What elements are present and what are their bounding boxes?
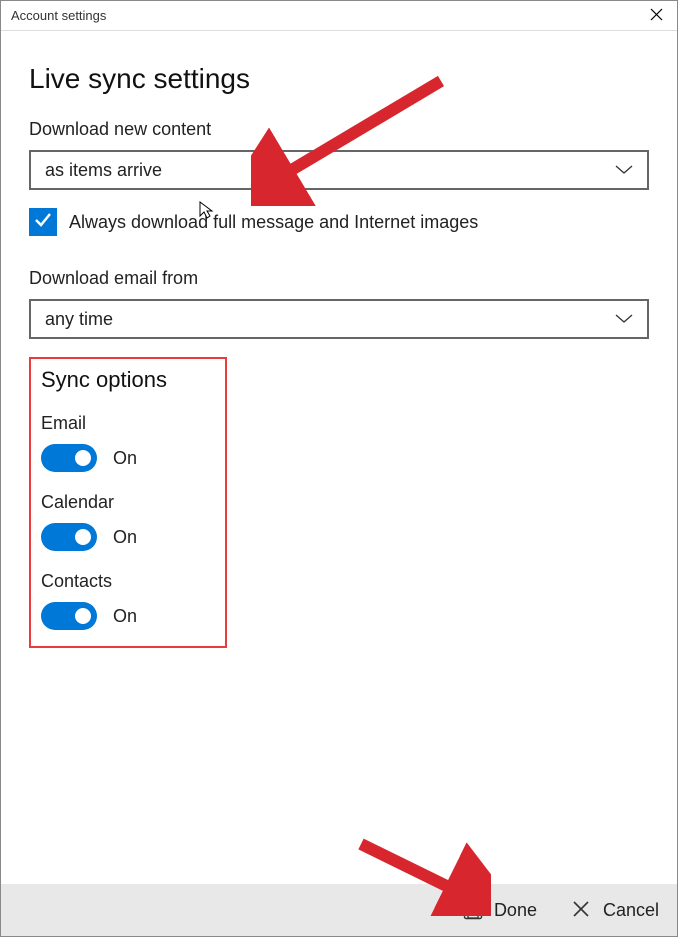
sync-label: Calendar — [41, 492, 215, 513]
chevron-down-icon — [615, 165, 633, 175]
page-heading: Live sync settings — [29, 63, 649, 95]
titlebar: Account settings — [1, 1, 677, 31]
close-button[interactable] — [635, 1, 677, 31]
sync-options-section: Sync options Email On Calendar On Contac… — [29, 357, 227, 648]
footer: Done Cancel — [1, 884, 677, 936]
download-email-value: any time — [45, 309, 113, 330]
sync-label: Email — [41, 413, 215, 434]
download-email-select[interactable]: any time — [29, 299, 649, 339]
checkmark-icon — [33, 210, 53, 235]
always-download-checkbox[interactable] — [29, 208, 57, 236]
done-label: Done — [494, 900, 537, 921]
sync-options-heading: Sync options — [41, 367, 215, 393]
toggle-state: On — [113, 606, 137, 627]
download-content-select[interactable]: as items arrive — [29, 150, 649, 190]
sync-email-toggle[interactable] — [41, 444, 97, 472]
sync-contacts-toggle[interactable] — [41, 602, 97, 630]
cancel-label: Cancel — [603, 900, 659, 921]
window-title: Account settings — [11, 8, 106, 23]
download-content-label: Download new content — [29, 119, 649, 140]
close-icon — [571, 899, 593, 921]
save-icon — [462, 899, 484, 921]
sync-item-email: Email On — [41, 413, 215, 472]
download-email-label: Download email from — [29, 268, 649, 289]
sync-item-contacts: Contacts On — [41, 571, 215, 630]
always-download-row: Always download full message and Interne… — [29, 208, 649, 236]
download-content-value: as items arrive — [45, 160, 162, 181]
chevron-down-icon — [615, 314, 633, 324]
done-button[interactable]: Done — [462, 899, 537, 921]
sync-label: Contacts — [41, 571, 215, 592]
toggle-state: On — [113, 448, 137, 469]
content-area: Live sync settings Download new content … — [1, 31, 677, 648]
sync-item-calendar: Calendar On — [41, 492, 215, 551]
toggle-state: On — [113, 527, 137, 548]
close-icon — [650, 7, 663, 24]
always-download-label: Always download full message and Interne… — [69, 212, 478, 233]
cancel-button[interactable]: Cancel — [571, 899, 659, 921]
sync-calendar-toggle[interactable] — [41, 523, 97, 551]
